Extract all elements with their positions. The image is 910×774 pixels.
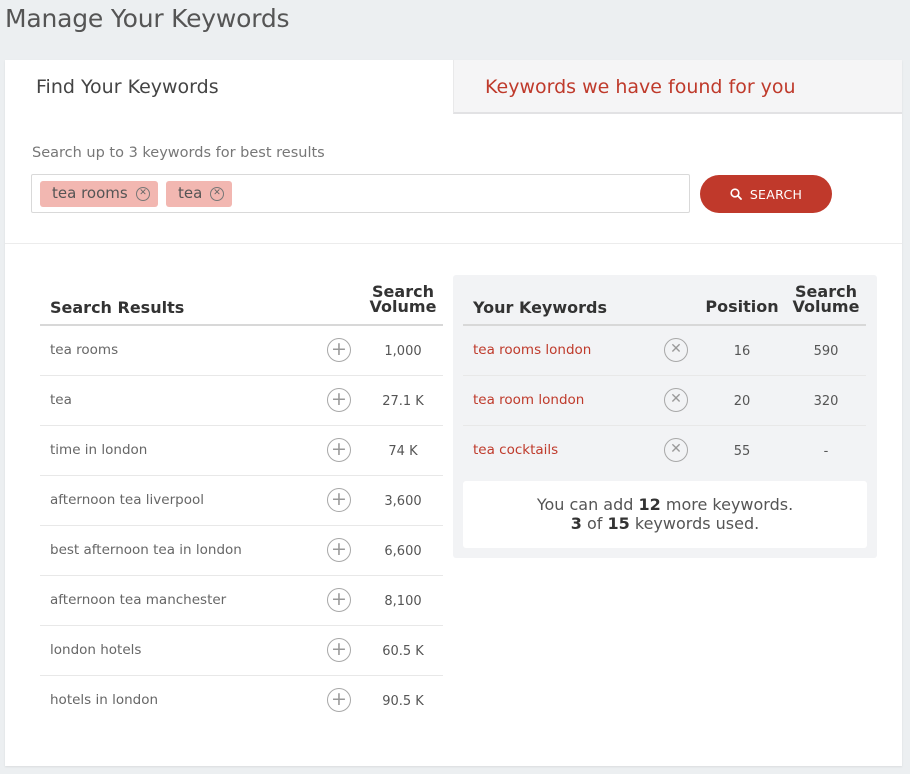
- table-row: afternoon tea liverpool + 3,600: [40, 476, 443, 526]
- table-row: tea + 27.1 K: [40, 376, 443, 426]
- keyword-chip: tea ✕: [166, 181, 232, 207]
- table-row: hotels in london + 90.5 K: [40, 676, 443, 726]
- your-keyword-link[interactable]: tea rooms london: [473, 342, 591, 358]
- add-keyword-icon[interactable]: +: [327, 688, 351, 712]
- table-row: tea rooms london ✕ 16 590: [463, 326, 866, 376]
- your-keyword-link[interactable]: tea cocktails: [473, 442, 558, 458]
- notice-line-1: You can add 12 more keywords.: [463, 495, 867, 514]
- search-hint: Search up to 3 keywords for best results: [32, 145, 325, 161]
- result-keyword: hotels in london: [50, 692, 159, 708]
- add-keyword-icon[interactable]: +: [327, 338, 351, 362]
- keyword-quota-notice: You can add 12 more keywords. 3 of 15 ke…: [463, 481, 867, 548]
- tab-find-your-keywords[interactable]: Find Your Keywords: [5, 60, 453, 114]
- remove-keyword-icon[interactable]: ✕: [664, 388, 688, 412]
- remove-chip-icon[interactable]: ✕: [136, 187, 150, 201]
- table-row: tea cocktails ✕ 55 -: [463, 426, 866, 476]
- result-keyword: afternoon tea liverpool: [50, 492, 204, 508]
- table-row: london hotels + 60.5 K: [40, 626, 443, 676]
- used-count: 3: [570, 514, 582, 533]
- tab-label: Find Your Keywords: [36, 76, 219, 98]
- result-volume: 27.1 K: [382, 394, 424, 409]
- keyword-position: 16: [733, 344, 751, 359]
- table-row: time in london + 74 K: [40, 426, 443, 476]
- table-row: tea room london ✕ 20 320: [463, 376, 866, 426]
- result-volume: 1,000: [384, 344, 422, 359]
- result-volume: 74 K: [388, 444, 418, 459]
- table-row: afternoon tea manchester + 8,100: [40, 576, 443, 626]
- result-keyword: time in london: [50, 442, 148, 458]
- keyword-volume: -: [823, 444, 829, 459]
- add-keyword-icon[interactable]: +: [327, 488, 351, 512]
- result-volume: 90.5 K: [382, 694, 424, 709]
- table-header: Search Results Search Volume: [40, 282, 443, 326]
- table-row: tea rooms + 1,000: [40, 326, 443, 376]
- your-keywords-table: Your Keywords Position Search Volume tea…: [463, 282, 866, 476]
- total-count: 15: [607, 514, 630, 533]
- your-keywords-panel: Your Keywords Position Search Volume tea…: [453, 275, 877, 558]
- result-volume: 8,100: [384, 594, 422, 609]
- tab-keywords-found[interactable]: Keywords we have found for you: [453, 60, 902, 114]
- result-keyword: london hotels: [50, 642, 142, 658]
- result-volume: 60.5 K: [382, 644, 424, 659]
- result-keyword: tea rooms: [50, 342, 119, 358]
- remove-keyword-icon[interactable]: ✕: [664, 438, 688, 462]
- header-line: Volume: [792, 297, 860, 316]
- notice-text: keywords used.: [634, 514, 760, 533]
- keyword-position: 55: [733, 444, 751, 459]
- notice-line-2: 3 of 15 keywords used.: [463, 514, 867, 533]
- notice-text: more keywords.: [665, 495, 794, 514]
- table-row: best afternoon tea in london + 6,600: [40, 526, 443, 576]
- add-keyword-icon[interactable]: +: [327, 588, 351, 612]
- chip-label: tea: [178, 184, 203, 202]
- notice-text: of: [587, 514, 603, 533]
- tab-label: Keywords we have found for you: [485, 76, 796, 98]
- keywords-card: Find Your Keywords Keywords we have foun…: [5, 60, 902, 766]
- chip-label: tea rooms: [52, 184, 128, 202]
- your-keyword-link[interactable]: tea room london: [473, 392, 584, 408]
- add-keyword-icon[interactable]: +: [327, 638, 351, 662]
- search-button[interactable]: SEARCH: [700, 175, 832, 213]
- divider: [5, 243, 902, 244]
- search-button-label: SEARCH: [749, 186, 803, 202]
- page-title: Manage Your Keywords: [5, 4, 290, 33]
- column-header-keyword: Search Results: [50, 298, 185, 317]
- table-header: Your Keywords Position Search Volume: [463, 282, 866, 326]
- add-keyword-icon[interactable]: +: [327, 538, 351, 562]
- result-keyword: best afternoon tea in london: [50, 542, 242, 558]
- column-header-volume: Search Volume: [365, 284, 441, 316]
- column-header-position: Position: [705, 297, 779, 316]
- search-icon: [730, 188, 742, 200]
- remove-chip-icon[interactable]: ✕: [210, 187, 224, 201]
- keyword-position: 20: [733, 394, 751, 409]
- keyword-volume: 320: [813, 394, 839, 409]
- notice-text: You can add: [536, 495, 634, 514]
- column-header-keyword: Your Keywords: [473, 298, 607, 317]
- search-results-table: Search Results Search Volume tea rooms +…: [40, 282, 443, 726]
- add-keyword-icon[interactable]: +: [327, 388, 351, 412]
- remove-keyword-icon[interactable]: ✕: [664, 338, 688, 362]
- add-keyword-icon[interactable]: +: [327, 438, 351, 462]
- remaining-count: 12: [638, 495, 661, 514]
- keyword-chip: tea rooms ✕: [40, 181, 158, 207]
- keyword-volume: 590: [813, 344, 839, 359]
- result-keyword: afternoon tea manchester: [50, 592, 227, 608]
- header-line: Volume: [369, 297, 437, 316]
- column-header-volume: Search Volume: [786, 284, 866, 316]
- keyword-search-input[interactable]: tea rooms ✕ tea ✕: [31, 174, 690, 213]
- result-keyword: tea: [50, 392, 72, 408]
- result-volume: 3,600: [384, 494, 422, 509]
- result-volume: 6,600: [384, 544, 422, 559]
